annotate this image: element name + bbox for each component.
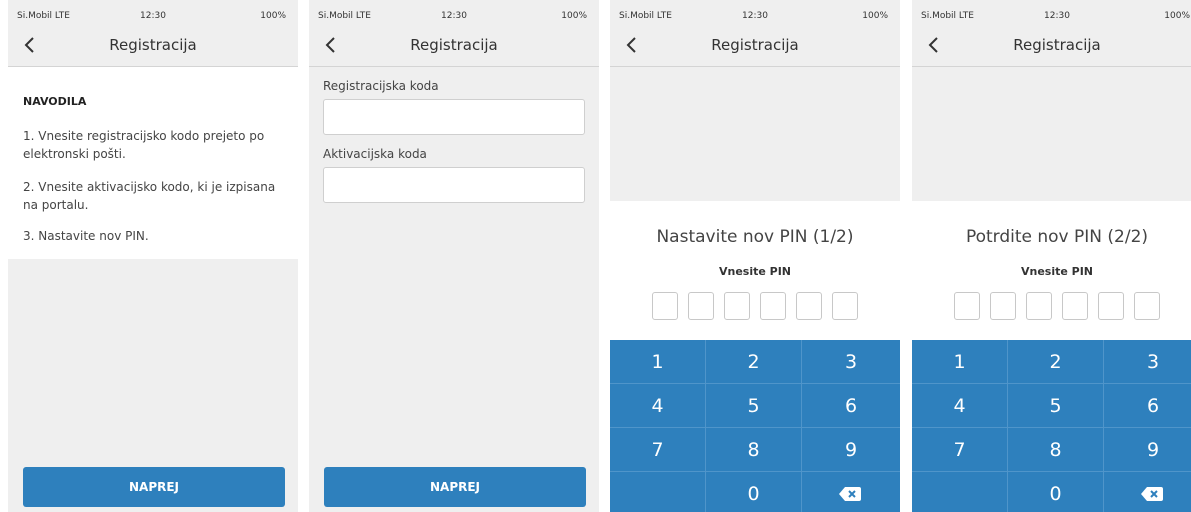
nav-bar: Registracija [8, 24, 298, 67]
pin-digit-box[interactable] [652, 292, 678, 320]
keypad-key-9[interactable]: 9 [1104, 428, 1191, 472]
keypad-key-4[interactable]: 4 [912, 384, 1008, 428]
pin-digit-box[interactable] [760, 292, 786, 320]
keypad-key-3[interactable]: 3 [1104, 340, 1191, 384]
pin-digit-box[interactable] [954, 292, 980, 320]
battery-label: 100% [1164, 11, 1190, 21]
keypad-key-5[interactable]: 5 [706, 384, 802, 428]
keypad-key-2[interactable]: 2 [706, 340, 802, 384]
time-label: 12:30 [140, 11, 166, 21]
page-title: Registracija [1013, 36, 1101, 54]
instruction-step: 3. Nastavite nov PIN. [23, 229, 149, 243]
pin-prompt: Vnesite PIN [718, 265, 792, 278]
page-title: Registracija [410, 36, 498, 54]
keypad-key-3[interactable]: 3 [802, 340, 900, 384]
status-bar: Si.Mobil LTE 12:30 100% [8, 0, 298, 24]
page-title: Registracija [711, 36, 799, 54]
pin-digit-box[interactable] [1098, 292, 1124, 320]
page-title: Registracija [109, 36, 197, 54]
screen-codes: Si.Mobil LTE 12:30 100% Registracija Reg… [309, 0, 599, 512]
keypad-key-8[interactable]: 8 [706, 428, 802, 472]
keypad-key-5[interactable]: 5 [1008, 384, 1104, 428]
keypad-key-4[interactable]: 4 [610, 384, 706, 428]
keypad-delete-key[interactable] [1104, 472, 1191, 512]
next-button[interactable]: NAPREJ [324, 467, 586, 507]
activation-code-label: Aktivacijska koda [323, 147, 427, 161]
pin-digit-box[interactable] [688, 292, 714, 320]
registration-code-label: Registracijska koda [323, 79, 439, 93]
next-button[interactable]: NAPREJ [23, 467, 285, 507]
pin-prompt: Vnesite PIN [1020, 265, 1094, 278]
keypad-key-7[interactable]: 7 [610, 428, 706, 472]
numeric-keypad: 1 2 3 4 5 6 7 8 9 0 [610, 340, 900, 512]
instructions-heading: NAVODILA [23, 95, 87, 108]
nav-bar: Registracija [309, 24, 599, 67]
time-label: 12:30 [1044, 11, 1070, 21]
nav-bar: Registracija [912, 24, 1191, 67]
keypad-key-2[interactable]: 2 [1008, 340, 1104, 384]
keypad-key-0[interactable]: 0 [1008, 472, 1104, 512]
status-bar: Si.Mobil LTE 12:30 100% [309, 0, 599, 24]
numeric-keypad: 1 2 3 4 5 6 7 8 9 0 [912, 340, 1191, 512]
pin-title: Nastavite nov PIN (1/2) [656, 227, 854, 247]
pin-digit-box[interactable] [990, 292, 1016, 320]
pin-digit-box[interactable] [724, 292, 750, 320]
keypad-key-1[interactable]: 1 [610, 340, 706, 384]
battery-label: 100% [862, 11, 888, 21]
keypad-key-empty [610, 472, 706, 512]
pin-panel: Nastavite nov PIN (1/2) Vnesite PIN [610, 201, 900, 340]
pin-digit-box[interactable] [1134, 292, 1160, 320]
time-label: 12:30 [441, 11, 467, 21]
pin-digit-box[interactable] [1026, 292, 1052, 320]
pin-digit-box[interactable] [1062, 292, 1088, 320]
pin-title: Potrdite nov PIN (2/2) [965, 227, 1149, 247]
screen-set-pin: Si.Mobil LTE 12:30 100% Registracija Nas… [610, 0, 900, 512]
keypad-delete-key[interactable] [802, 472, 900, 512]
registration-code-field[interactable] [323, 99, 585, 135]
keypad-key-0[interactable]: 0 [706, 472, 802, 512]
nav-bar: Registracija [610, 24, 900, 67]
battery-label: 100% [561, 11, 587, 21]
pin-digit-box[interactable] [832, 292, 858, 320]
keypad-key-empty [912, 472, 1008, 512]
status-bar: Si.Mobil LTE 12:30 100% [610, 0, 900, 24]
instruction-step: 2. Vnesite aktivacijsko kodo, ki je izpi… [23, 180, 276, 212]
time-label: 12:30 [742, 11, 768, 21]
instruction-step: 1. Vnesite registracijsko kodo prejeto p… [23, 129, 265, 161]
keypad-key-9[interactable]: 9 [802, 428, 900, 472]
battery-label: 100% [260, 11, 286, 21]
screen-instructions: Si.Mobil LTE 12:30 100% Registracija NAV… [8, 0, 298, 512]
backspace-icon [1141, 487, 1163, 501]
keypad-key-8[interactable]: 8 [1008, 428, 1104, 472]
pin-digit-box[interactable] [796, 292, 822, 320]
keypad-key-7[interactable]: 7 [912, 428, 1008, 472]
status-bar: Si.Mobil LTE 12:30 100% [912, 0, 1191, 24]
pin-panel: Potrdite nov PIN (2/2) Vnesite PIN [912, 201, 1191, 340]
keypad-key-1[interactable]: 1 [912, 340, 1008, 384]
activation-code-field[interactable] [323, 167, 585, 203]
instructions-panel: NAVODILA 1. Vnesite registracijsko kodo … [8, 67, 298, 259]
keypad-key-6[interactable]: 6 [802, 384, 900, 428]
keypad-key-6[interactable]: 6 [1104, 384, 1191, 428]
backspace-icon [839, 487, 861, 501]
screen-confirm-pin: Si.Mobil LTE 12:30 100% Registracija Pot… [912, 0, 1191, 512]
